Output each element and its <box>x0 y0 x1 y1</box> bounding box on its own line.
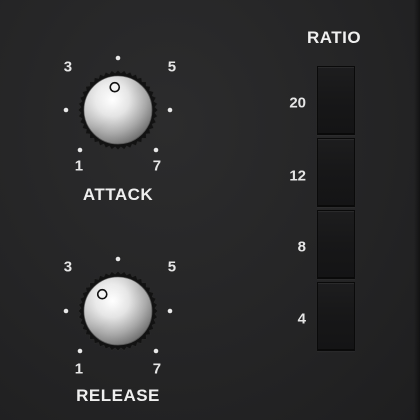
release-knob-pointer <box>96 288 108 300</box>
attack-knob-group: 1 3 5 7 ATTACK <box>0 0 240 210</box>
attack-scale-dot <box>115 55 121 61</box>
attack-scale-label-5: 5 <box>167 58 177 76</box>
attack-scale-dot <box>153 147 159 153</box>
release-knob-graphic[interactable] <box>0 196 240 406</box>
release-title: RELEASE <box>76 386 160 405</box>
release-knob-sheen <box>84 277 152 345</box>
attack-scale-label-7: 7 <box>152 157 162 175</box>
release-scale-label-3: 3 <box>63 258 73 276</box>
attack-scale-dot <box>63 107 69 113</box>
release-scale-dot <box>167 308 173 314</box>
ratio-button-12[interactable] <box>317 138 355 207</box>
attack-knob-graphic[interactable] <box>0 0 240 210</box>
ratio-button-8[interactable] <box>317 210 355 279</box>
ratio-button-20[interactable] <box>317 66 355 135</box>
ratio-title: RATIO <box>306 28 362 47</box>
attack-scale-label-1: 1 <box>74 157 84 175</box>
ratio-label-4: 4 <box>297 310 306 328</box>
release-scale-dot <box>77 348 83 354</box>
attack-scale-dot <box>77 147 83 153</box>
release-knob-group: 1 3 5 7 RELEASE <box>0 196 240 406</box>
ratio-label-8: 8 <box>297 238 306 256</box>
ratio-label-12: 12 <box>289 167 306 185</box>
attack-knob-pointer <box>109 81 121 93</box>
release-scale-dot <box>63 308 69 314</box>
release-scale-label-5: 5 <box>167 258 177 276</box>
compressor-panel: 1 3 5 7 ATTACK 1 3 5 7 RELEASE RATIO 20 … <box>0 0 420 420</box>
attack-scale-label-3: 3 <box>63 58 73 76</box>
ratio-label-20: 20 <box>289 94 306 112</box>
release-scale-dot <box>153 348 159 354</box>
release-scale-dot <box>115 256 121 262</box>
attack-scale-dot <box>167 107 173 113</box>
release-scale-label-7: 7 <box>152 360 162 378</box>
panel-edge-shadow <box>414 0 420 420</box>
release-scale-label-1: 1 <box>74 360 84 378</box>
ratio-button-4[interactable] <box>317 282 355 351</box>
